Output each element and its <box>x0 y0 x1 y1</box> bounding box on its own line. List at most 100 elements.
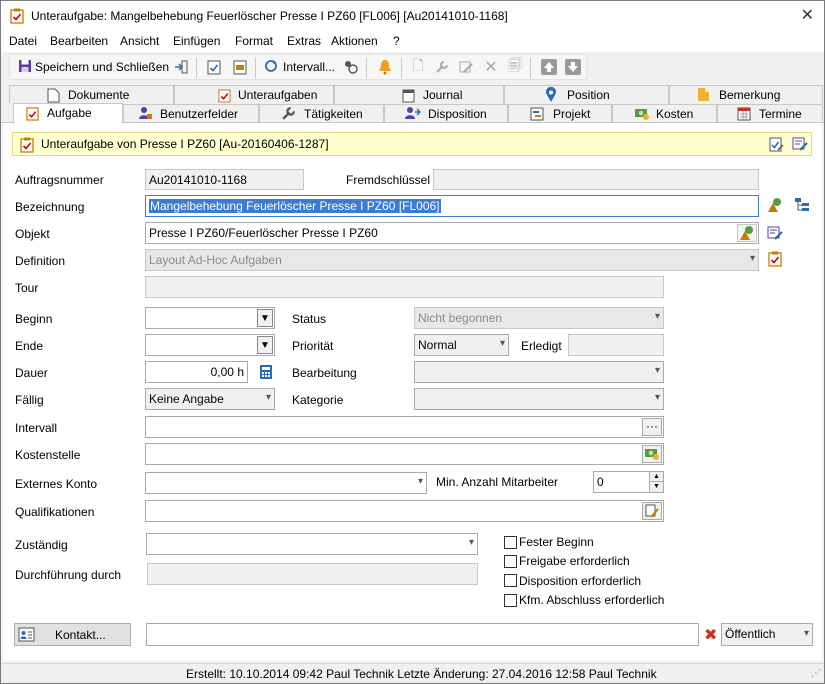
externes-konto-select[interactable]: ▾ <box>145 472 427 494</box>
tab-kosten[interactable]: Kosten <box>612 104 717 123</box>
objects-icon[interactable] <box>767 197 783 216</box>
menu-ansicht[interactable]: Ansicht <box>120 34 159 48</box>
arrow-up-icon[interactable] <box>540 58 558 76</box>
kontakt-input[interactable] <box>146 623 699 646</box>
kostenstelle-input[interactable] <box>145 443 664 465</box>
hierarchy-icon[interactable] <box>794 197 810 216</box>
beginn-input[interactable]: ▼ <box>145 307 275 329</box>
menu-format[interactable]: Format <box>235 34 273 48</box>
tab-label: Kosten <box>656 107 694 121</box>
fremdschluessel-field[interactable] <box>433 169 759 190</box>
prioritaet-label: Priorität <box>292 339 334 353</box>
print-icon[interactable] <box>232 58 248 76</box>
definition-label: Definition <box>15 254 66 268</box>
task-definition-icon[interactable] <box>768 251 782 270</box>
people-interval-icon[interactable] <box>341 58 359 76</box>
chevron-down-icon: ▾ <box>803 628 809 639</box>
tab-projekt[interactable]: Projekt <box>508 104 612 123</box>
tab-dokumente[interactable]: Dokumente <box>9 85 174 104</box>
tab-aufgabe[interactable]: Aufgabe <box>13 103 123 124</box>
title-bar: Unteraufgabe: Mangelbehebung Feuerlösche… <box>1 1 824 31</box>
menu-bearbeiten[interactable]: Bearbeiten <box>50 34 108 48</box>
durchfuehrung-field <box>147 563 478 585</box>
qualifikationen-input[interactable] <box>145 500 664 522</box>
visibility-select[interactable]: Öffentlich ▾ <box>721 623 813 646</box>
edit-list-icon[interactable] <box>458 58 474 76</box>
interval-button[interactable]: Intervall... <box>264 58 335 76</box>
toolbar-separator <box>530 58 531 78</box>
freigabe-label: Freigabe erforderlich <box>519 554 630 568</box>
kfm-abschluss-label: Kfm. Abschluss erforderlich <box>519 593 665 607</box>
chevron-down-icon[interactable]: ▼ <box>257 336 273 354</box>
menu-datei[interactable]: Datei <box>9 34 37 48</box>
chevron-down-icon[interactable]: ▼ <box>257 309 273 327</box>
menu-einfuegen[interactable]: Einfügen <box>173 34 220 48</box>
chevron-down-icon: ▾ <box>654 311 660 322</box>
qualification-picker-icon[interactable] <box>642 502 662 520</box>
objekt-label: Objekt <box>15 227 50 241</box>
prioritaet-select[interactable]: Normal ▾ <box>414 334 509 356</box>
tour-label: Tour <box>15 281 39 295</box>
bell-icon[interactable] <box>376 58 394 76</box>
dauer-input[interactable]: 0,00 h <box>145 361 248 383</box>
fester-beginn-checkbox[interactable] <box>504 536 517 549</box>
tab-label: Unteraufgaben <box>238 88 318 102</box>
tab-position[interactable]: Position <box>504 85 669 104</box>
edit-form-icon[interactable] <box>792 136 808 155</box>
red-x-icon[interactable]: ✖ <box>704 625 717 645</box>
exit-icon[interactable] <box>173 58 189 76</box>
min-mitarbeiter-stepper[interactable]: 0 ▲ ▼ <box>593 471 664 493</box>
status-value: Nicht begonnen <box>418 311 503 325</box>
ende-input[interactable]: ▼ <box>145 334 275 356</box>
menu-aktionen[interactable]: Aktionen <box>331 34 378 48</box>
disposition-checkbox[interactable] <box>504 574 517 587</box>
menu-help[interactable]: ? <box>393 34 400 48</box>
tab-disposition[interactable]: Disposition <box>384 104 508 123</box>
delete-icon[interactable]: ✕ <box>483 58 499 76</box>
menu-extras[interactable]: Extras <box>287 34 321 48</box>
auftragsnummer-label: Auftragsnummer <box>15 173 104 187</box>
wrench-icon[interactable] <box>434 58 450 76</box>
money-icon[interactable] <box>642 445 662 463</box>
bezeichnung-input[interactable]: Mangelbehebung Feuerlöscher Presse I PZ6… <box>145 195 759 217</box>
tab-termine[interactable]: Termine <box>717 104 823 123</box>
copy-icon[interactable]: 🗐 <box>507 57 523 76</box>
save-close-button[interactable]: Speichern und Schließen <box>18 58 169 76</box>
object-picker-icon[interactable] <box>737 224 757 242</box>
task-check-icon[interactable] <box>206 58 222 76</box>
resize-grip-icon[interactable]: ⋰ <box>811 668 821 679</box>
kategorie-select[interactable]: ▾ <box>414 388 664 410</box>
tab-label: Position <box>567 88 610 102</box>
ellipsis-icon[interactable]: ··· <box>642 418 662 436</box>
tour-field[interactable] <box>145 276 664 298</box>
dauer-label: Dauer <box>15 366 48 380</box>
bearbeitung-label: Bearbeitung <box>292 366 357 380</box>
note-icon <box>697 87 710 105</box>
tab-journal[interactable]: Journal <box>334 85 504 104</box>
tab-unteraufgaben[interactable]: Unteraufgaben <box>174 85 334 104</box>
fester-beginn-label: Fester Beginn <box>519 535 594 549</box>
zustaendig-select[interactable]: ▾ <box>146 533 478 555</box>
bearbeitung-select[interactable]: ▾ <box>414 361 664 383</box>
tab-benutzerfelder[interactable]: Benutzerfelder <box>123 104 259 123</box>
edit-object-icon[interactable] <box>767 225 783 244</box>
intervall-input[interactable]: ··· <box>145 416 664 438</box>
interval-label: Intervall... <box>283 60 336 74</box>
close-icon[interactable]: ✕ <box>801 5 814 25</box>
open-task-icon[interactable] <box>769 136 784 155</box>
disposition-label: Disposition erforderlich <box>519 574 642 588</box>
arrow-down-icon[interactable] <box>564 58 582 76</box>
faellig-select[interactable]: Keine Angabe ▾ <box>145 388 275 410</box>
spin-up-icon[interactable]: ▲ <box>649 472 663 482</box>
freigabe-checkbox[interactable] <box>504 555 517 568</box>
kontakt-button[interactable]: Kontakt... <box>14 623 131 646</box>
tab-taetigkeiten[interactable]: Tätigkeiten <box>259 104 384 123</box>
document-icon[interactable]: 🗋 <box>410 57 426 76</box>
objekt-input[interactable]: Presse I PZ60/Feuerlöscher Presse I PZ60 <box>145 222 759 244</box>
calculator-icon[interactable] <box>259 364 273 383</box>
kfm-abschluss-checkbox[interactable] <box>504 594 517 607</box>
tab-label: Aufgabe <box>47 106 92 120</box>
spin-down-icon[interactable]: ▼ <box>649 482 663 492</box>
bezeichnung-label: Bezeichnung <box>15 200 85 214</box>
tab-bemerkung[interactable]: Bemerkung <box>669 85 823 104</box>
